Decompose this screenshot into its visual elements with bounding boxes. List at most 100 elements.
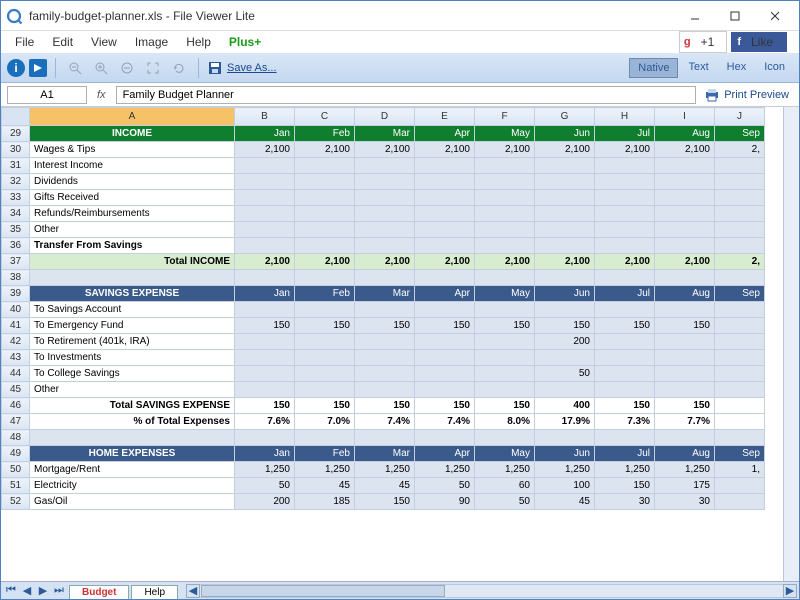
cell[interactable]: 2, <box>715 254 765 270</box>
cell[interactable] <box>295 174 355 190</box>
cell[interactable] <box>475 222 535 238</box>
cell[interactable]: 1,250 <box>235 462 295 478</box>
cell-reference-box[interactable] <box>7 86 87 104</box>
cell[interactable] <box>595 334 655 350</box>
cell[interactable] <box>415 334 475 350</box>
cell[interactable]: 2,100 <box>235 254 295 270</box>
cell[interactable]: 1,250 <box>415 462 475 478</box>
col-header[interactable]: B <box>235 108 295 126</box>
cell[interactable] <box>655 382 715 398</box>
cell[interactable]: 175 <box>655 478 715 494</box>
tab-nav-last-icon[interactable]: ⏭ <box>51 584 67 598</box>
cell[interactable] <box>295 382 355 398</box>
cell[interactable] <box>715 238 765 254</box>
cell[interactable] <box>535 238 595 254</box>
cell[interactable] <box>295 366 355 382</box>
cell[interactable] <box>535 302 595 318</box>
cell[interactable] <box>595 206 655 222</box>
view-hex[interactable]: Hex <box>719 58 755 78</box>
row-header[interactable]: 42 <box>2 334 30 350</box>
cell[interactable]: 2,100 <box>655 254 715 270</box>
cell[interactable] <box>595 382 655 398</box>
cell[interactable] <box>355 174 415 190</box>
row-header[interactable]: 41 <box>2 318 30 334</box>
row-header[interactable]: 36 <box>2 238 30 254</box>
cell[interactable]: 150 <box>595 478 655 494</box>
cell[interactable] <box>655 158 715 174</box>
minimize-button[interactable] <box>675 3 715 29</box>
row-header[interactable]: 38 <box>2 270 30 286</box>
cell[interactable]: 150 <box>415 318 475 334</box>
cell[interactable] <box>715 494 765 510</box>
menu-file[interactable]: File <box>7 33 42 51</box>
cell[interactable] <box>415 158 475 174</box>
cell[interactable] <box>655 334 715 350</box>
row-header[interactable]: 37 <box>2 254 30 270</box>
cell[interactable] <box>595 158 655 174</box>
menu-plus[interactable]: Plus+ <box>221 33 269 51</box>
cell[interactable] <box>535 270 595 286</box>
cell[interactable] <box>595 174 655 190</box>
spreadsheet[interactable]: ABCDEFGHIJ29INCOMEJanFebMarAprMayJunJulA… <box>1 107 783 581</box>
cell[interactable] <box>235 430 295 446</box>
cell[interactable]: 2,100 <box>595 254 655 270</box>
cell[interactable]: 45 <box>535 494 595 510</box>
cell[interactable]: 150 <box>475 318 535 334</box>
tab-nav-prev-icon[interactable]: ◀ <box>19 584 35 598</box>
cell[interactable]: 30 <box>595 494 655 510</box>
cell[interactable] <box>715 478 765 494</box>
cell[interactable] <box>535 158 595 174</box>
cell[interactable] <box>235 302 295 318</box>
row-header[interactable]: 44 <box>2 366 30 382</box>
row-header[interactable]: 30 <box>2 142 30 158</box>
cell[interactable]: 45 <box>295 478 355 494</box>
cell[interactable] <box>475 238 535 254</box>
cell[interactable]: 150 <box>655 398 715 414</box>
cell[interactable]: 1,250 <box>355 462 415 478</box>
cell[interactable]: 1,250 <box>475 462 535 478</box>
cell[interactable]: 7.7% <box>655 414 715 430</box>
cell[interactable] <box>535 206 595 222</box>
cell[interactable] <box>30 270 235 286</box>
col-header[interactable]: J <box>715 108 765 126</box>
cell[interactable] <box>655 206 715 222</box>
cell[interactable] <box>415 350 475 366</box>
cell[interactable] <box>715 398 765 414</box>
cell[interactable] <box>415 430 475 446</box>
row-header[interactable]: 47 <box>2 414 30 430</box>
cell[interactable]: 7.6% <box>235 414 295 430</box>
cell[interactable]: 150 <box>235 398 295 414</box>
cell[interactable] <box>655 222 715 238</box>
cell[interactable] <box>235 334 295 350</box>
cell[interactable] <box>355 334 415 350</box>
cell[interactable]: 1,250 <box>295 462 355 478</box>
cell[interactable] <box>355 206 415 222</box>
cell[interactable]: 7.4% <box>355 414 415 430</box>
cell[interactable] <box>715 334 765 350</box>
cell[interactable] <box>235 158 295 174</box>
cell[interactable] <box>295 158 355 174</box>
cell[interactable] <box>235 190 295 206</box>
cell[interactable] <box>355 302 415 318</box>
menu-image[interactable]: Image <box>127 33 176 51</box>
cell[interactable] <box>715 270 765 286</box>
cell[interactable] <box>355 382 415 398</box>
row-header[interactable]: 48 <box>2 430 30 446</box>
col-header[interactable]: E <box>415 108 475 126</box>
cell[interactable] <box>535 382 595 398</box>
cell[interactable] <box>715 382 765 398</box>
cell[interactable] <box>715 350 765 366</box>
cell[interactable]: 150 <box>415 398 475 414</box>
cell[interactable] <box>715 158 765 174</box>
cell[interactable] <box>655 190 715 206</box>
col-header[interactable]: F <box>475 108 535 126</box>
cell[interactable] <box>475 302 535 318</box>
cell[interactable] <box>295 270 355 286</box>
cell[interactable] <box>595 430 655 446</box>
print-preview-button[interactable]: Print Preview <box>700 88 793 102</box>
cell[interactable]: 2,100 <box>415 142 475 158</box>
cell[interactable]: 60 <box>475 478 535 494</box>
cell[interactable] <box>595 222 655 238</box>
menu-edit[interactable]: Edit <box>44 33 81 51</box>
col-header[interactable]: D <box>355 108 415 126</box>
